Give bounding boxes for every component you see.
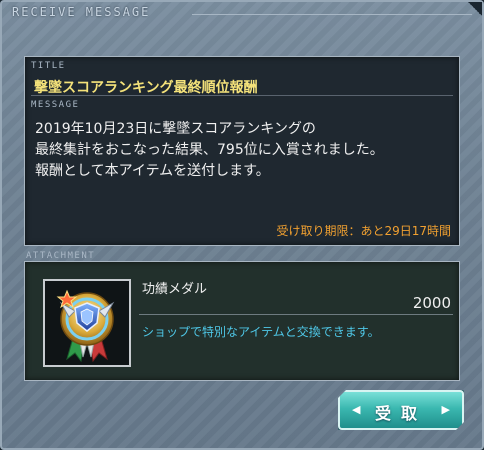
receive-message-window: RECEIVE MESSAGE TITLE 撃墜スコアランキング最終順位報酬 M… bbox=[0, 0, 484, 450]
attachment-section-label: ATTACHMENT bbox=[26, 251, 96, 261]
message-panel: TITLE 撃墜スコアランキング最終順位報酬 MESSAGE 2019年10月2… bbox=[24, 56, 460, 246]
attachment-panel: 功績メダル 2000 ショップで特別なアイテムと交換できます。 bbox=[24, 261, 460, 381]
message-title: 撃墜スコアランキング最終順位報酬 bbox=[34, 80, 258, 96]
receive-button[interactable]: ◀ 受取 ▶ bbox=[338, 390, 464, 430]
attachment-item-count: 2000 bbox=[412, 294, 451, 312]
message-body: 2019年10月23日に撃墜スコアランキングの 最終集計をおこなった結果、795… bbox=[35, 121, 384, 179]
title-divider bbox=[192, 14, 472, 15]
title-section-label: TITLE bbox=[31, 61, 66, 71]
receive-deadline: 受け取り期限：あと29日17時間 bbox=[276, 224, 451, 238]
title-underline bbox=[31, 95, 453, 96]
window-title: RECEIVE MESSAGE bbox=[12, 5, 151, 19]
message-section-label: MESSAGE bbox=[31, 100, 80, 110]
attachment-item-name: 功績メダル bbox=[142, 282, 208, 297]
item-divider bbox=[139, 314, 453, 315]
attachment-item-description: ショップで特別なアイテムと交換できます。 bbox=[142, 325, 380, 339]
chevron-right-icon: ▶ bbox=[441, 403, 450, 416]
medal-icon bbox=[56, 289, 115, 363]
attachment-item-slot bbox=[43, 279, 131, 367]
